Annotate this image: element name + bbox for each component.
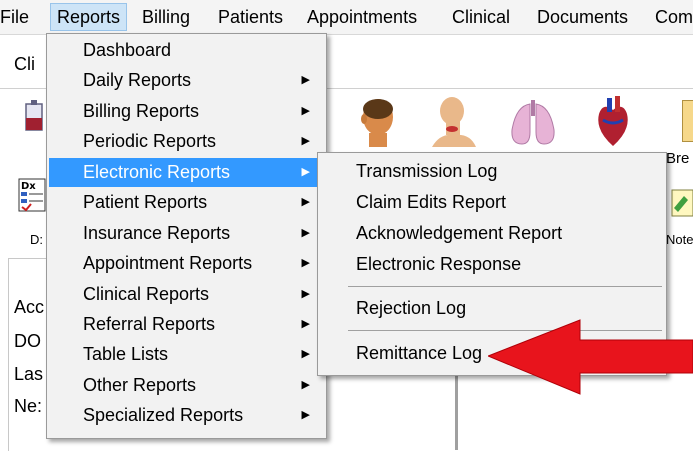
menu-item-table-lists[interactable]: Table Lists ▶	[49, 340, 324, 369]
menu-item-clinical-reports[interactable]: Clinical Reports ▶	[49, 280, 324, 309]
menu-billing[interactable]: Billing	[142, 5, 190, 29]
menu-file[interactable]: File	[0, 5, 29, 29]
menu-item-claim-edits-report[interactable]: Claim Edits Report	[320, 188, 664, 217]
book-icon[interactable]	[682, 100, 693, 142]
submenu-arrow-icon: ▶	[301, 257, 310, 269]
menu-item-transmission-log[interactable]: Transmission Log	[320, 157, 664, 186]
patient-label-dob: DO	[14, 331, 41, 351]
toolbar-label-note: Note	[666, 232, 693, 247]
red-arrow-annotation	[486, 318, 693, 401]
menu-item-daily-reports[interactable]: Daily Reports ▶	[49, 66, 324, 95]
neck-icon[interactable]	[430, 95, 478, 147]
menu-item-billing-reports[interactable]: Billing Reports ▶	[49, 97, 324, 126]
menu-item-appointment-reports[interactable]: Appointment Reports ▶	[49, 249, 324, 278]
menu-com[interactable]: Com	[655, 5, 693, 29]
menu-item-other-reports[interactable]: Other Reports ▶	[49, 371, 324, 400]
heart-icon[interactable]	[593, 96, 633, 148]
submenu-arrow-icon: ▶	[301, 135, 310, 147]
menu-patients[interactable]: Patients	[218, 5, 283, 29]
head-icon[interactable]	[355, 95, 401, 147]
tab-label[interactable]: Cli	[14, 54, 35, 75]
reports-menu: Dashboard Daily Reports ▶ Billing Reports…	[46, 33, 327, 439]
submenu-arrow-icon: ▶	[301, 288, 310, 300]
submenu-arrow-icon: ▶	[301, 166, 310, 178]
menu-item-referral-reports[interactable]: Referral Reports ▶	[49, 310, 324, 339]
menu-clinical[interactable]: Clinical	[452, 5, 510, 29]
menu-item-dashboard[interactable]: Dashboard	[49, 36, 324, 65]
submenu-arrow-icon: ▶	[301, 196, 310, 208]
submenu-arrow-icon: ▶	[301, 409, 310, 421]
panel-splitter[interactable]	[455, 376, 458, 450]
submenu-arrow-icon: ▶	[301, 318, 310, 330]
lab-icon[interactable]	[22, 100, 46, 132]
submenu-arrow-icon: ▶	[301, 348, 310, 360]
menu-item-electronic-response[interactable]: Electronic Response	[320, 250, 664, 279]
menu-item-electronic-reports[interactable]: Electronic Reports ▶	[49, 158, 324, 187]
menu-separator	[348, 286, 662, 287]
note-icon[interactable]	[670, 188, 693, 218]
patient-label-last: Las	[14, 364, 44, 384]
menu-item-specialized-reports[interactable]: Specialized Reports ▶	[49, 401, 324, 430]
menu-bar: File Reports Billing Patients Appointmen…	[0, 0, 693, 35]
svg-text:Dx: Dx	[21, 181, 36, 192]
submenu-arrow-icon: ▶	[301, 227, 310, 239]
menu-item-insurance-reports[interactable]: Insurance Reports ▶	[49, 219, 324, 248]
lungs-icon[interactable]	[508, 100, 558, 146]
patient-label-next: Ne:	[14, 396, 43, 416]
dx-label: D:	[30, 232, 43, 247]
menu-reports[interactable]: Reports	[50, 3, 128, 31]
submenu-arrow-icon: ▶	[301, 74, 310, 86]
submenu-arrow-icon: ▶	[301, 105, 310, 117]
dx-icon[interactable]: Dx	[18, 178, 46, 212]
menu-item-patient-reports[interactable]: Patient Reports ▶	[49, 188, 324, 217]
menu-documents[interactable]: Documents	[537, 5, 628, 29]
submenu-arrow-icon: ▶	[301, 379, 310, 391]
menu-item-periodic-reports[interactable]: Periodic Reports ▶	[49, 127, 324, 156]
patient-label-account: Acc	[14, 297, 45, 317]
toolbar-label-bre: Bre	[666, 150, 690, 167]
menu-item-acknowledgement-report[interactable]: Acknowledgement Report	[320, 219, 664, 248]
menu-appointments[interactable]: Appointments	[307, 5, 417, 29]
